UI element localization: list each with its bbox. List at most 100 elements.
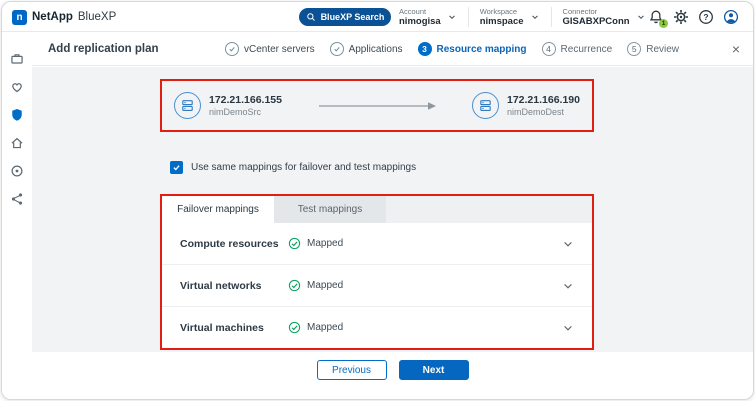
source-ip: 172.21.166.155: [209, 94, 282, 108]
netapp-logo-icon: n: [12, 10, 27, 25]
mapping-row-label: Virtual networks: [180, 280, 288, 292]
source-endpoint: 172.21.166.155 nimDemoSrc: [174, 92, 282, 119]
sidebar-item-sync[interactable]: [10, 192, 24, 206]
check-circle-icon: [288, 321, 301, 334]
mapping-row-virtual-machines[interactable]: Virtual machines Mapped: [162, 307, 592, 348]
wizard-footer: Previous Next: [32, 352, 753, 399]
workspace-menu[interactable]: Workspace nimspace: [469, 7, 552, 27]
workspace-menu-lines: Workspace nimspace: [480, 7, 524, 27]
svg-text:?: ?: [703, 12, 708, 22]
check-circle-icon: [288, 237, 301, 250]
top-bar: n NetApp BlueXP BlueXP Search Account ni…: [2, 2, 753, 32]
step-number: 4: [542, 42, 556, 56]
destination-endpoint-text: 172.21.166.190 nimDemoDest: [507, 94, 580, 118]
heart-icon: [10, 80, 24, 94]
mapping-status: Mapped: [288, 237, 343, 250]
step-label: Resource mapping: [437, 44, 527, 55]
bluexp-search-button[interactable]: BlueXP Search: [299, 8, 391, 26]
brand-name: NetApp: [32, 11, 73, 23]
target-icon: [10, 164, 24, 178]
mapping-status-text: Mapped: [307, 238, 343, 249]
endpoints-annotation-box: 172.21.166.155 nimDemoSrc: [160, 79, 594, 132]
previous-button[interactable]: Previous: [317, 360, 387, 380]
mapping-status-text: Mapped: [307, 280, 343, 291]
destination-ip: 172.21.166.190: [507, 94, 580, 108]
next-button[interactable]: Next: [399, 360, 469, 380]
connector-menu-label: Connector: [563, 7, 630, 16]
expand-chevron-icon[interactable]: [562, 322, 574, 334]
mappings-tabs: Failover mappings Test mappings: [162, 196, 592, 223]
sidebar-item-workloads[interactable]: [10, 52, 24, 66]
step-resource-mapping[interactable]: 3 Resource mapping: [418, 42, 527, 56]
mapping-rows: Compute resources Mapped: [162, 223, 592, 348]
help-button[interactable]: ?: [698, 9, 714, 25]
check-circle-icon: [288, 279, 301, 292]
sidebar-item-home[interactable]: [10, 136, 24, 150]
brand: n NetApp BlueXP: [12, 2, 116, 32]
search-icon: [306, 12, 316, 22]
step-review[interactable]: 5 Review: [627, 42, 679, 56]
step-label: Recurrence: [561, 44, 613, 55]
replication-direction: [282, 101, 472, 111]
tab-failover-mappings[interactable]: Failover mappings: [162, 196, 274, 223]
account-menu-lines: Account nimogisa: [399, 7, 441, 27]
mapping-row-virtual-networks[interactable]: Virtual networks Mapped: [162, 265, 592, 307]
chevron-down-icon: [530, 12, 540, 22]
settings-button[interactable]: [673, 9, 689, 25]
expand-chevron-icon[interactable]: [562, 280, 574, 292]
sidebar-item-protection[interactable]: [10, 108, 24, 122]
destination-server-icon: [472, 92, 499, 119]
source-name: nimDemoSrc: [209, 107, 282, 117]
notification-badge: 1: [659, 19, 668, 28]
step-applications[interactable]: Applications: [330, 42, 403, 56]
step-label: Applications: [349, 44, 403, 55]
step-complete-icon: [225, 42, 239, 56]
help-icon: ?: [698, 9, 714, 25]
arrow-right-icon: [317, 101, 437, 111]
account-menu-label: Account: [399, 7, 441, 16]
same-mappings-label: Use same mappings for failover and test …: [191, 162, 416, 173]
source-server-icon: [174, 92, 201, 119]
step-complete-icon: [330, 42, 344, 56]
user-avatar-icon: [723, 9, 739, 25]
briefcase-icon: [10, 52, 24, 66]
wizard-content: 172.21.166.155 nimDemoSrc: [32, 67, 753, 352]
mapping-row-compute-resources[interactable]: Compute resources Mapped: [162, 223, 592, 265]
source-endpoint-text: 172.21.166.155 nimDemoSrc: [209, 94, 282, 118]
home-icon: [10, 136, 24, 150]
search-label: BlueXP Search: [321, 12, 385, 22]
step-number: 3: [418, 42, 432, 56]
step-label: Review: [646, 44, 679, 55]
shield-icon: [10, 108, 24, 122]
expand-chevron-icon[interactable]: [562, 238, 574, 250]
sidebar-item-discover[interactable]: [10, 164, 24, 178]
account-menu[interactable]: Account nimogisa: [388, 7, 469, 27]
gear-icon: [673, 9, 689, 25]
mapping-status: Mapped: [288, 321, 343, 334]
wizard-stepper: vCenter servers Applications 3 Resource …: [225, 32, 679, 66]
sidebar-item-health[interactable]: [10, 80, 24, 94]
share-icon: [10, 192, 24, 206]
close-wizard-button[interactable]: ×: [732, 32, 740, 66]
page-title: Add replication plan: [48, 32, 159, 66]
connector-menu-lines: Connector GISABXPConn: [563, 7, 630, 27]
step-recurrence[interactable]: 4 Recurrence: [542, 42, 613, 56]
tab-test-mappings[interactable]: Test mappings: [274, 196, 386, 223]
connector-menu-value: GISABXPConn: [563, 16, 630, 27]
wizard-header: Add replication plan vCenter servers App…: [32, 32, 753, 66]
left-nav-sidebar: [2, 32, 32, 399]
connector-menu[interactable]: Connector GISABXPConn: [552, 7, 657, 27]
notifications-button[interactable]: 1: [648, 9, 664, 25]
chevron-down-icon: [636, 12, 646, 22]
chevron-down-icon: [447, 12, 457, 22]
mappings-annotation-box: Failover mappings Test mappings Compute …: [160, 194, 594, 350]
account-menu-value: nimogisa: [399, 16, 441, 27]
workspace-menu-value: nimspace: [480, 16, 524, 27]
tab-bar-filler: [386, 196, 592, 223]
same-mappings-checkbox[interactable]: [170, 161, 183, 174]
user-menu-button[interactable]: [723, 9, 739, 25]
mapping-row-label: Virtual machines: [180, 322, 288, 334]
bluexp-window: n NetApp BlueXP BlueXP Search Account ni…: [1, 1, 754, 400]
step-vcenter-servers[interactable]: vCenter servers: [225, 42, 315, 56]
same-mappings-option[interactable]: Use same mappings for failover and test …: [170, 161, 416, 174]
